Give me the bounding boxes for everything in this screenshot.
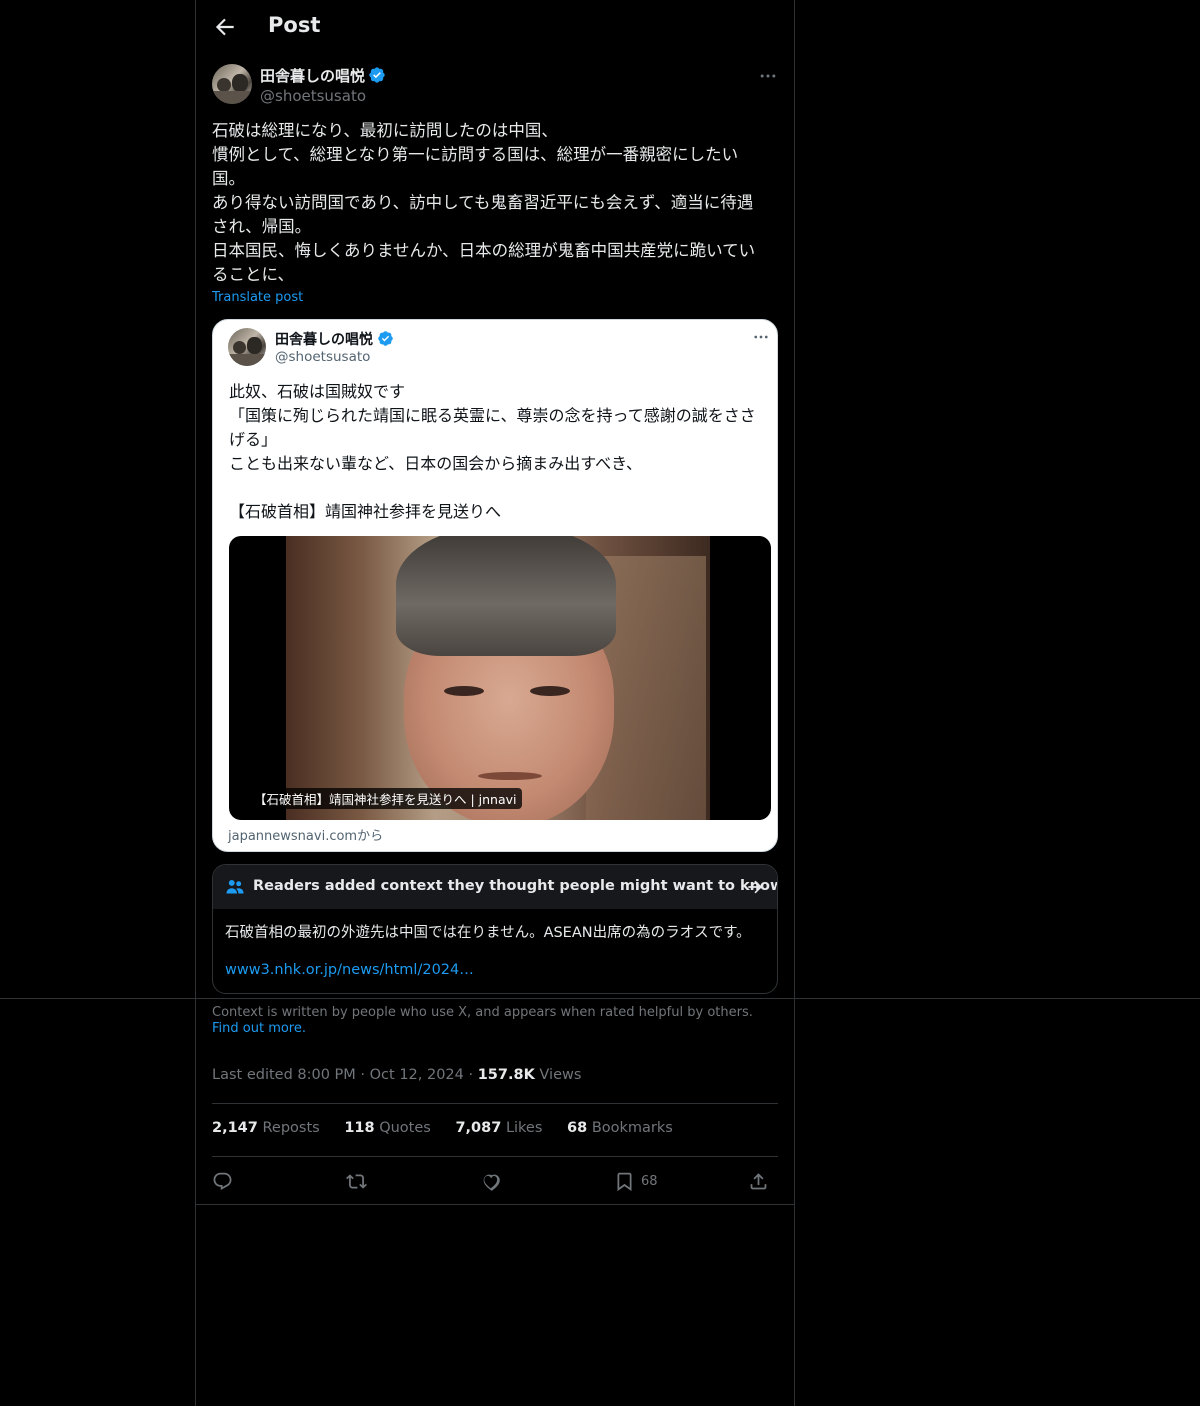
quote-text: 此奴、石破は国賊奴です 「国策に殉じられた靖国に眠る英霊に、尊崇の念を持って感謝… [229,380,769,524]
more-options-icon[interactable] [751,328,771,346]
bookmark-icon [617,1172,632,1191]
community-note-text: 石破首相の最初の外遊先は中国では在りません。ASEAN出席の為のラオスです。 [225,925,751,941]
arrow-right-icon[interactable] [745,877,765,897]
verified-badge-icon [377,330,394,347]
views-label: Views [534,1067,582,1083]
quote-text-line: 「国策に殉じられた靖国に眠る英霊に、尊崇の念を持って感謝の誠をささ [229,406,756,425]
quote-author-name: 田舎暮しの唱悦 [275,332,373,348]
author-handle[interactable]: @shoetsusato [260,87,366,105]
quote-text-line: ことも出来ない輩など、日本の国会から摘まみ出すべき、 [229,454,642,473]
quote-avatar [228,328,266,366]
community-note-title: Readers added context they thought peopl… [253,878,778,894]
like-button[interactable] [480,1166,501,1196]
repost-icon [346,1173,367,1189]
share-button[interactable] [748,1166,769,1196]
repost-button[interactable] [346,1166,367,1196]
people-icon [225,878,245,896]
post-timestamp[interactable]: Last edited 8:00 PM · Oct 12, 2024 · [212,1067,478,1083]
community-note-link[interactable]: www3.nhk.or.jp/news/html/2024… [225,962,474,978]
quoted-post[interactable]: 田舎暮しの唱悦 @shoetsusato 此奴、石破は国賊奴です 「国策に殉じら… [212,319,778,852]
reposts-stat[interactable]: 2,147 Reposts [212,1120,320,1136]
news-photo [286,536,710,820]
reply-button[interactable] [212,1166,233,1196]
divider [212,1103,778,1104]
more-options-icon[interactable] [757,66,779,86]
link-card-image[interactable]: 【石破首相】靖国神社参拝を見送りへ | jnnavi [229,536,771,820]
likes-stat[interactable]: 7,087 Likes [455,1120,542,1136]
heart-icon [483,1174,500,1191]
reply-icon [213,1172,232,1190]
action-bar: 68 [212,1166,778,1196]
post-text-line: あり得ない訪問国であり、訪中しても鬼畜習近平にも会えず、適当に待遇 [212,193,754,212]
link-card-source[interactable]: japannewsnavi.comから [228,825,383,844]
views-count: 157.8K [477,1067,535,1083]
quote-text-line: 此奴、石破は国賊奴です [229,382,406,401]
verified-badge-icon [368,66,386,84]
post-text-line: 石破は総理になり、最初に訪問したのは中国、 [212,121,558,140]
page-title: Post [268,13,321,37]
post-text-line: ることに、 [212,265,295,284]
main-column: Post 田舎暮しの唱悦 @shoetsusato 石破は総理になり、最初に訪問… [195,0,795,1406]
post-text-line: され、帰国。 [212,217,312,236]
post-author: 田舎暮しの唱悦 @shoetsusato [212,64,782,108]
share-icon [750,1172,767,1189]
context-footer-text: Context is written by people who use X, … [212,1005,753,1020]
context-footer: Context is written by people who use X, … [212,1005,772,1037]
post-text-line: 日本国民、悔しくありませんか、日本の総理が鬼畜中国共産党に跪いてい [212,241,756,260]
community-note: Readers added context they thought peopl… [212,864,778,994]
quote-text-line: 【石破首相】靖国神社参拝を見送りへ [229,502,502,521]
find-out-more-link[interactable]: Find out more. [212,1021,306,1036]
post-header: Post [196,0,794,54]
quotes-stat[interactable]: 118 Quotes [344,1120,431,1136]
translate-post-link[interactable]: Translate post [212,290,303,305]
post-meta: Last edited 8:00 PM · Oct 12, 2024 · 157… [212,1067,581,1083]
bookmark-button[interactable]: 68 [614,1166,658,1196]
bookmarks-stat[interactable]: 68 Bookmarks [567,1120,673,1136]
engagement-stats: 2,147 Reposts 118 Quotes 7,087 Likes 68 … [212,1120,693,1136]
divider [212,1156,778,1157]
link-card-caption: 【石破首相】靖国神社参拝を見送りへ | jnnavi [249,788,522,809]
quote-author-handle: @shoetsusato [275,349,371,365]
post-text: 石破は総理になり、最初に訪問したのは中国、 慣例として、総理となり第一に訪問する… [212,119,780,287]
bookmark-count: 68 [641,1173,658,1189]
post-text-line: 慣例として、総理となり第一に訪問する国は、総理が一番親密にしたい [212,145,739,164]
author-name[interactable]: 田舎暮しの唱悦 [260,65,365,86]
quote-text-line: げる」 [229,430,278,449]
divider [196,1204,794,1205]
post-text-line: 国。 [212,169,245,188]
community-note-header[interactable]: Readers added context they thought peopl… [213,865,778,909]
avatar[interactable] [212,64,252,104]
back-arrow-icon[interactable] [212,14,238,40]
quote-text-line [229,476,769,500]
